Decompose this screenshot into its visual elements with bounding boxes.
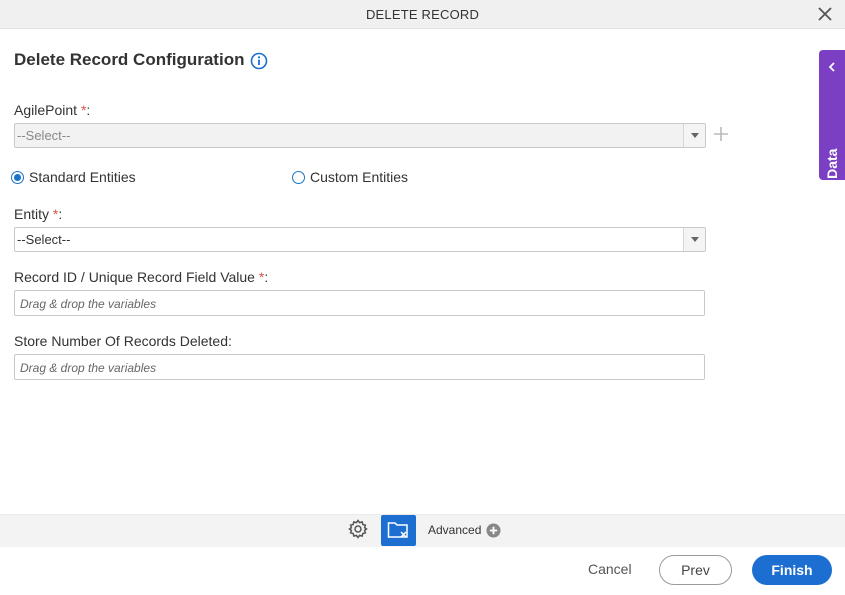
agilepoint-label: AgilePoint *: bbox=[14, 102, 90, 118]
dialog-title: DELETE RECORD bbox=[365, 7, 480, 22]
entity-label-text: Entity bbox=[14, 206, 50, 222]
agilepoint-select[interactable]: --Select-- bbox=[14, 123, 706, 148]
bottom-toolbar bbox=[0, 514, 845, 547]
app-data-tab[interactable]: App Data bbox=[819, 50, 845, 210]
record-id-placeholder: Drag & drop the variables bbox=[20, 297, 157, 311]
chevron-left-icon[interactable] bbox=[826, 60, 838, 72]
record-id-drop-field[interactable]: Drag & drop the variables bbox=[14, 290, 705, 316]
finish-button[interactable]: Finish bbox=[752, 555, 832, 585]
record-id-label: Record ID / Unique Record Field Value *: bbox=[14, 269, 268, 285]
cancel-button[interactable]: Cancel bbox=[588, 561, 632, 577]
store-count-placeholder: Drag & drop the variables bbox=[20, 361, 157, 375]
app-data-label: App Data bbox=[824, 148, 840, 210]
label-colon: : bbox=[264, 269, 269, 285]
agilepoint-select-value: --Select-- bbox=[17, 128, 71, 143]
custom-entities-label: Custom Entities bbox=[310, 169, 409, 185]
folder-remove-icon bbox=[387, 522, 408, 538]
gear-icon[interactable] bbox=[347, 518, 369, 540]
label-colon: : bbox=[58, 206, 63, 222]
title-bar: DELETE RECORD bbox=[0, 0, 845, 29]
store-count-drop-field[interactable]: Drag & drop the variables bbox=[14, 354, 705, 380]
standard-entities-radio[interactable]: Standard Entities bbox=[11, 169, 136, 185]
remove-folder-button[interactable] bbox=[381, 515, 416, 546]
label-colon: : bbox=[86, 102, 91, 118]
chevron-down-icon[interactable] bbox=[683, 228, 705, 251]
advanced-link[interactable]: Advanced bbox=[428, 523, 481, 537]
chevron-down-icon[interactable] bbox=[683, 124, 705, 147]
custom-entities-radio[interactable]: Custom Entities bbox=[292, 169, 408, 185]
add-icon[interactable] bbox=[712, 125, 730, 143]
plus-circle-icon[interactable] bbox=[486, 523, 501, 538]
page-title: Delete Record Configuration bbox=[14, 50, 245, 69]
entity-select[interactable]: --Select-- bbox=[14, 227, 706, 252]
info-icon[interactable] bbox=[250, 52, 268, 70]
entity-select-value: --Select-- bbox=[17, 232, 71, 247]
radio-unselected-icon[interactable] bbox=[292, 170, 305, 184]
store-count-label: Store Number Of Records Deleted: bbox=[14, 333, 232, 349]
record-id-label-text: Record ID / Unique Record Field Value bbox=[14, 269, 255, 285]
agilepoint-label-text: AgilePoint bbox=[14, 102, 78, 118]
entity-label: Entity *: bbox=[14, 206, 62, 222]
radio-selected-icon[interactable] bbox=[11, 170, 24, 184]
prev-button[interactable]: Prev bbox=[659, 555, 732, 585]
standard-entities-label: Standard Entities bbox=[29, 169, 136, 185]
close-icon[interactable] bbox=[817, 6, 833, 22]
